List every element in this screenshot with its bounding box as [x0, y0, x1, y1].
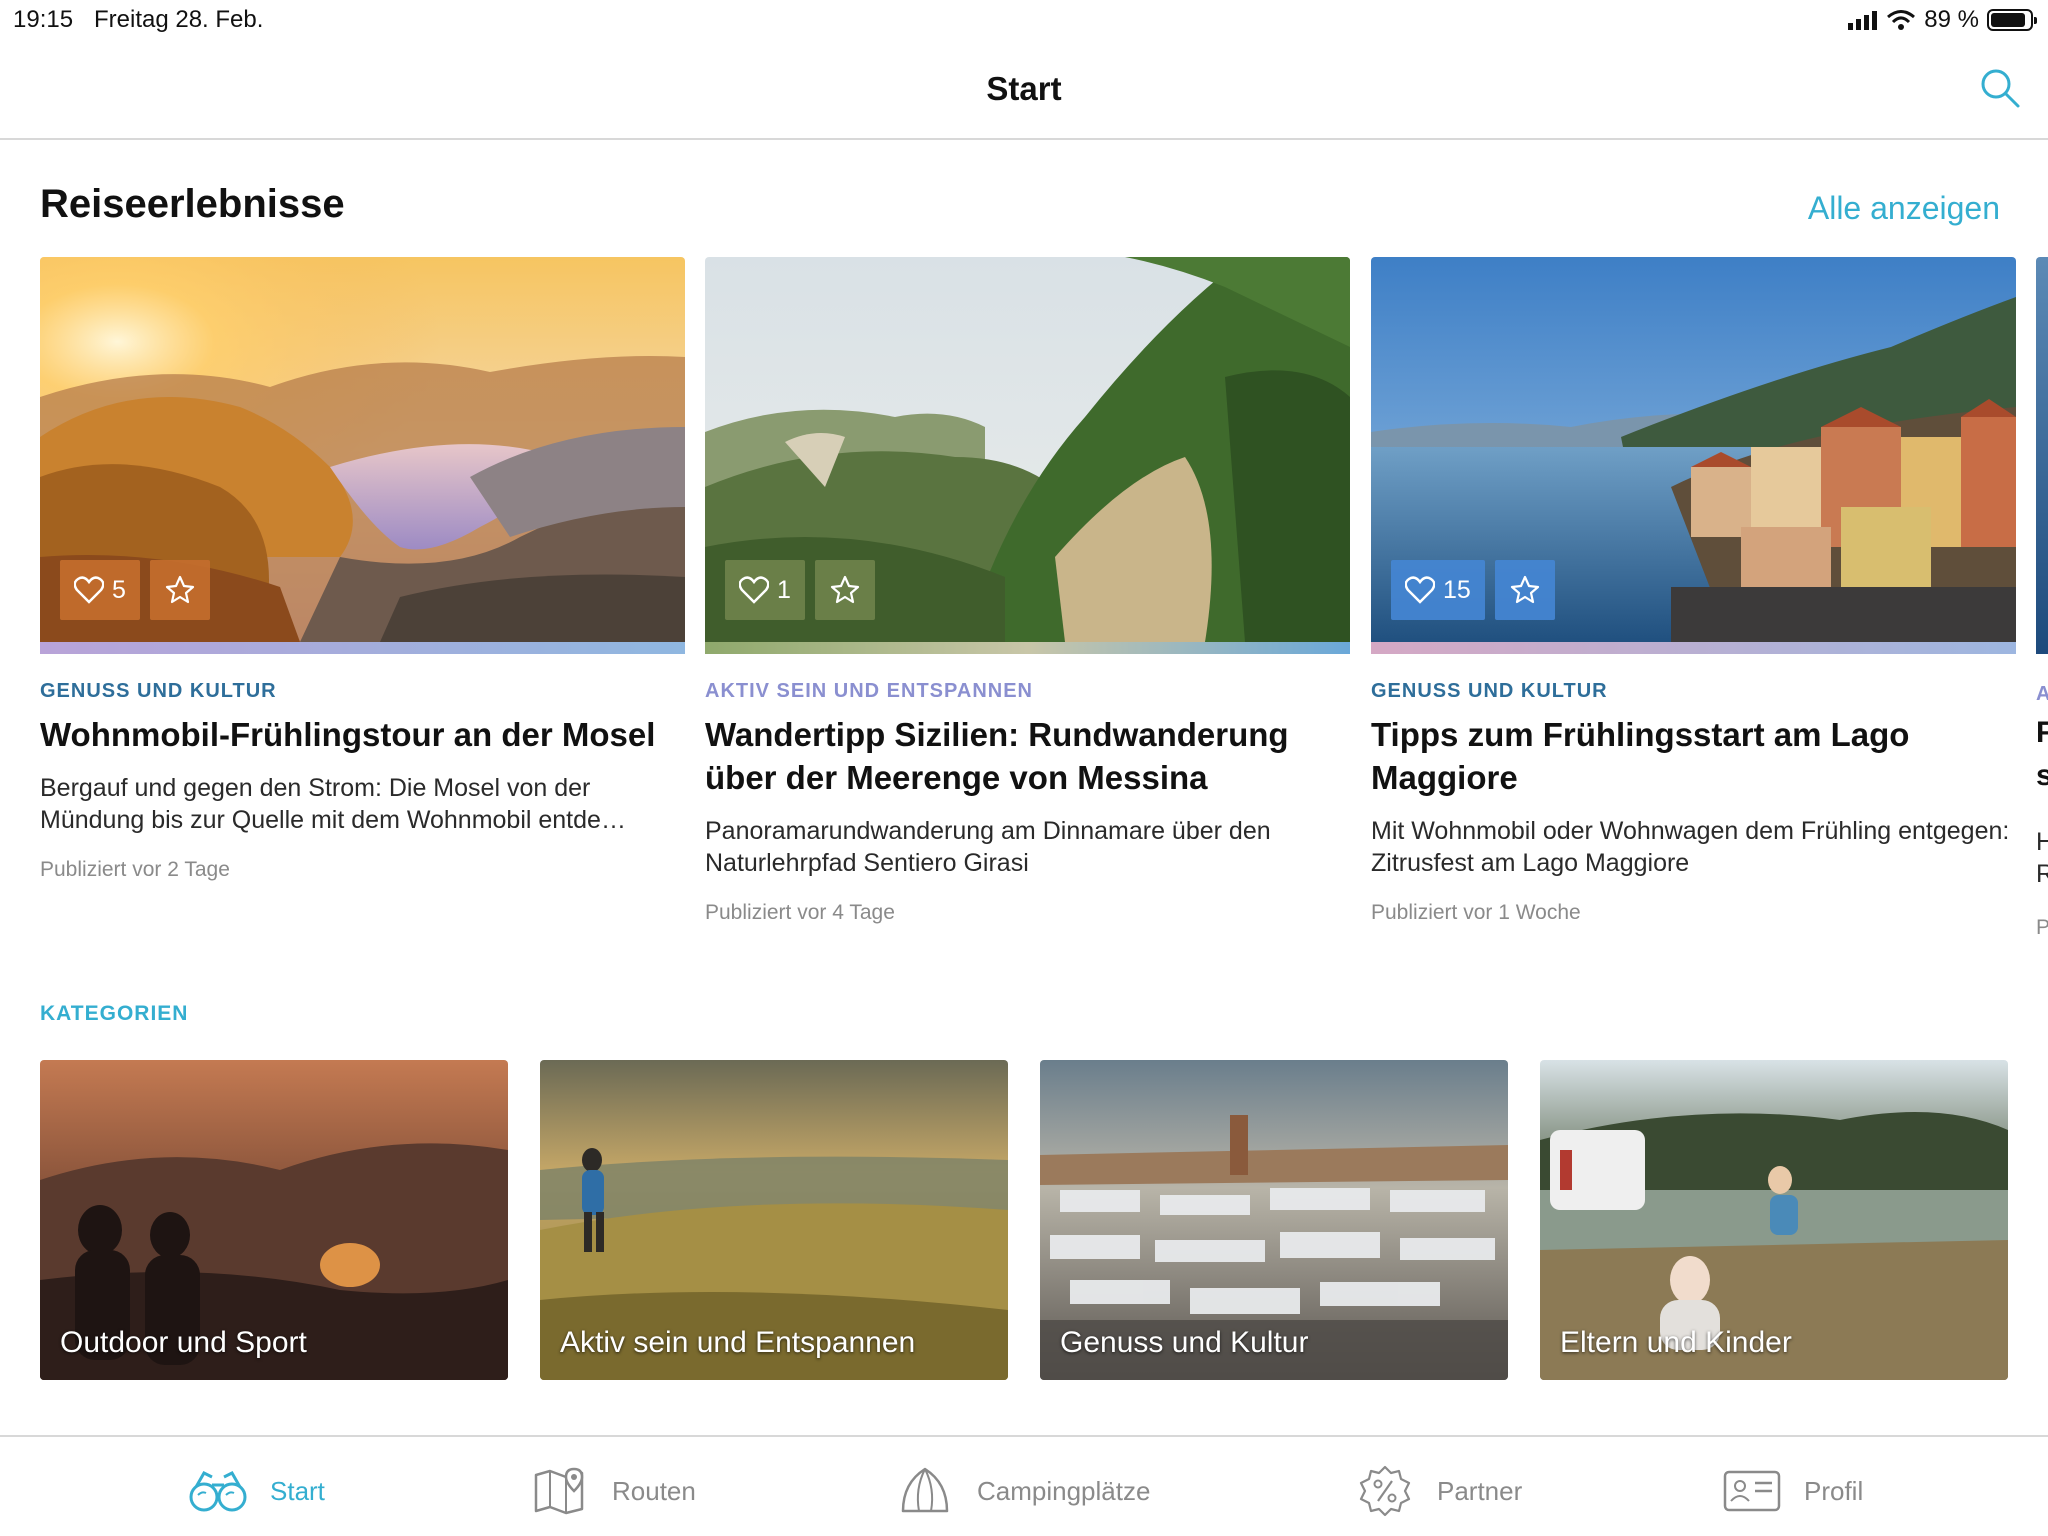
peek-description-line-1: H: [2036, 828, 2048, 856]
id-card-icon: [1723, 1470, 1781, 1512]
article-badges: 1: [725, 560, 875, 620]
article-card[interactable]: 5 GENUSS UND KULTUR Wohnmobil-Frühlingst…: [40, 257, 685, 882]
like-button[interactable]: 15: [1391, 560, 1485, 620]
tab-label: Campingplätze: [977, 1475, 1151, 1506]
article-image: 15: [1371, 257, 2016, 642]
tab-campingplaetze[interactable]: Campingplätze: [895, 1465, 1150, 1517]
wifi-icon: [1887, 10, 1916, 30]
article-title: Tipps zum Frühlingsstart am Lago Maggior…: [1371, 716, 1910, 796]
map-pin-icon: [534, 1467, 584, 1515]
category-tile-aktiv[interactable]: Aktiv sein und Entspannen: [540, 1060, 1008, 1380]
article-description: Panoramarundwanderung am Dinnamare über …: [705, 817, 1271, 877]
navigation-bar: Start: [0, 40, 2048, 140]
category-tile-eltern[interactable]: Eltern und Kinder: [1540, 1060, 2008, 1380]
like-button[interactable]: 1: [725, 560, 805, 620]
category-tile-label: Genuss und Kultur: [1060, 1326, 1309, 1359]
status-time: 19:15: [13, 6, 74, 33]
tab-label: Profil: [1804, 1475, 1864, 1506]
tab-label: Start: [270, 1475, 325, 1506]
tab-bar: Start Routen Campingplätze Partner Profi…: [0, 1435, 2048, 1536]
battery-level: [1991, 13, 2025, 27]
article-category: GENUSS UND KULTUR: [1371, 680, 1608, 702]
categories-label: KATEGORIEN: [40, 1002, 189, 1025]
peek-category: A: [2036, 683, 2048, 705]
search-icon[interactable]: [1978, 66, 2022, 110]
next-article-image-peek[interactable]: [2036, 257, 2048, 654]
binoculars-icon: [189, 1471, 247, 1512]
category-tile-label: Outdoor und Sport: [60, 1326, 307, 1359]
battery-icon: [1987, 9, 2037, 31]
category-tile-outdoor[interactable]: Outdoor und Sport: [40, 1060, 508, 1380]
favorite-button[interactable]: [814, 560, 875, 620]
peek-published: P: [2036, 916, 2048, 939]
article-card[interactable]: 1 AKTIV SEIN UND ENTSPANNEN Wandertipp S…: [705, 257, 1350, 925]
article-description: Bergauf und gegen den Strom: Die Mosel v…: [40, 774, 626, 834]
tab-start[interactable]: Start: [188, 1465, 325, 1517]
like-button[interactable]: 5: [60, 560, 140, 620]
peek-title-line-1: F: [2036, 716, 2048, 749]
section-title: Reiseerlebnisse: [40, 182, 345, 226]
article-published: Publiziert vor 2 Tage: [40, 858, 230, 881]
category-color-bar: [1371, 642, 2016, 654]
favorite-button[interactable]: [1494, 560, 1555, 620]
tab-partner[interactable]: Partner: [1355, 1465, 1522, 1517]
tab-profil[interactable]: Profil: [1722, 1465, 1863, 1517]
article-published: Publiziert vor 1 Woche: [1371, 901, 1581, 924]
show-all-link[interactable]: Alle anzeigen: [1808, 190, 2000, 227]
status-date: Freitag 28. Feb.: [94, 6, 264, 33]
star-icon: [1510, 575, 1539, 604]
article-badges: 15: [1391, 560, 1555, 620]
status-indicators: 89 %: [1848, 6, 2037, 34]
tab-label: Routen: [612, 1475, 696, 1506]
battery-percent: 89 %: [1924, 6, 1979, 33]
star-icon: [165, 575, 195, 604]
cellular-signal-icon: [1848, 11, 1878, 30]
article-image: 1: [705, 257, 1350, 642]
category-tile-label: Aktiv sein und Entspannen: [560, 1326, 916, 1359]
category-tile-genuss[interactable]: Genuss und Kultur: [1040, 1060, 1508, 1380]
article-description: Mit Wohnmobil oder Wohnwagen dem Frühlin…: [1371, 817, 2010, 877]
status-bar: 19:15 Freitag 28. Feb. 89 %: [0, 0, 2048, 40]
heart-icon: [74, 576, 104, 604]
heart-icon: [739, 576, 769, 604]
like-count: 1: [777, 575, 791, 604]
like-count: 5: [112, 575, 126, 604]
peek-title-line-2: s: [2036, 759, 2048, 792]
article-title: Wohnmobil-Frühlingstour an der Mosel: [40, 716, 656, 753]
star-icon: [830, 575, 860, 604]
favorite-button[interactable]: [149, 560, 210, 620]
category-color-bar: [40, 642, 685, 654]
category-color-bar: [705, 642, 1350, 654]
article-card[interactable]: 15 GENUSS UND KULTUR Tipps zum Frühlings…: [1371, 257, 2016, 925]
heart-icon: [1405, 576, 1435, 604]
article-image: 5: [40, 257, 685, 642]
article-badges: 5: [60, 560, 210, 620]
percent-badge-icon: [1359, 1465, 1411, 1517]
peek-description-line-2: R: [2036, 860, 2048, 888]
page-title: Start: [986, 70, 1062, 107]
article-published: Publiziert vor 4 Tage: [705, 901, 895, 924]
article-title: Wandertipp Sizilien: Rundwanderung über …: [705, 716, 1289, 796]
tent-icon: [901, 1467, 949, 1513]
tab-routen[interactable]: Routen: [530, 1465, 696, 1517]
like-count: 15: [1443, 575, 1471, 604]
tab-label: Partner: [1437, 1475, 1523, 1506]
category-tile-label: Eltern und Kinder: [1560, 1326, 1792, 1359]
article-category: GENUSS UND KULTUR: [40, 680, 277, 702]
article-category: AKTIV SEIN UND ENTSPANNEN: [705, 680, 1033, 702]
